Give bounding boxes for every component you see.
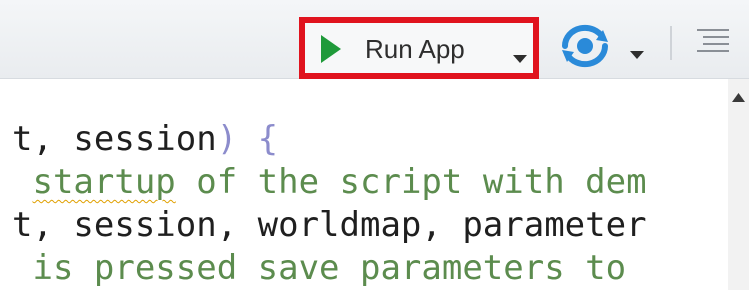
code-line: t, session, worldmap, parameter [12,205,647,245]
play-icon [319,34,343,68]
run-app-button[interactable]: Run App [299,17,539,79]
comment-line: is pressed save parameters to [12,248,626,288]
code-text: t, session [12,119,217,159]
spellcheck-word: startup [32,162,176,202]
toolbar-divider [670,26,672,60]
code-text: t, session, worldmap, parameter [12,205,647,245]
comment-prefix [12,162,32,202]
code-editor[interactable]: t, session) { startup of the script with… [0,79,728,290]
comment-line: startup of the script with dem [12,162,647,202]
code-paren: ) [216,119,238,159]
vertical-scrollbar[interactable] [728,79,749,290]
outline-icon [697,29,729,58]
publish-icon [560,24,610,72]
run-app-label: Run App [365,34,465,64]
publish-button[interactable] [560,22,650,70]
comment-text: is pressed save parameters to [12,248,627,288]
chevron-down-icon[interactable] [513,48,527,67]
code-brace: { [237,119,279,159]
outline-button[interactable] [697,28,729,58]
publish-dropdown-icon[interactable] [630,44,644,63]
scroll-up-arrow-icon[interactable] [732,87,745,106]
editor-toolbar: Run App [0,0,749,79]
code-line: t, session) { [12,119,278,159]
comment-text: of the script with dem [175,162,647,202]
